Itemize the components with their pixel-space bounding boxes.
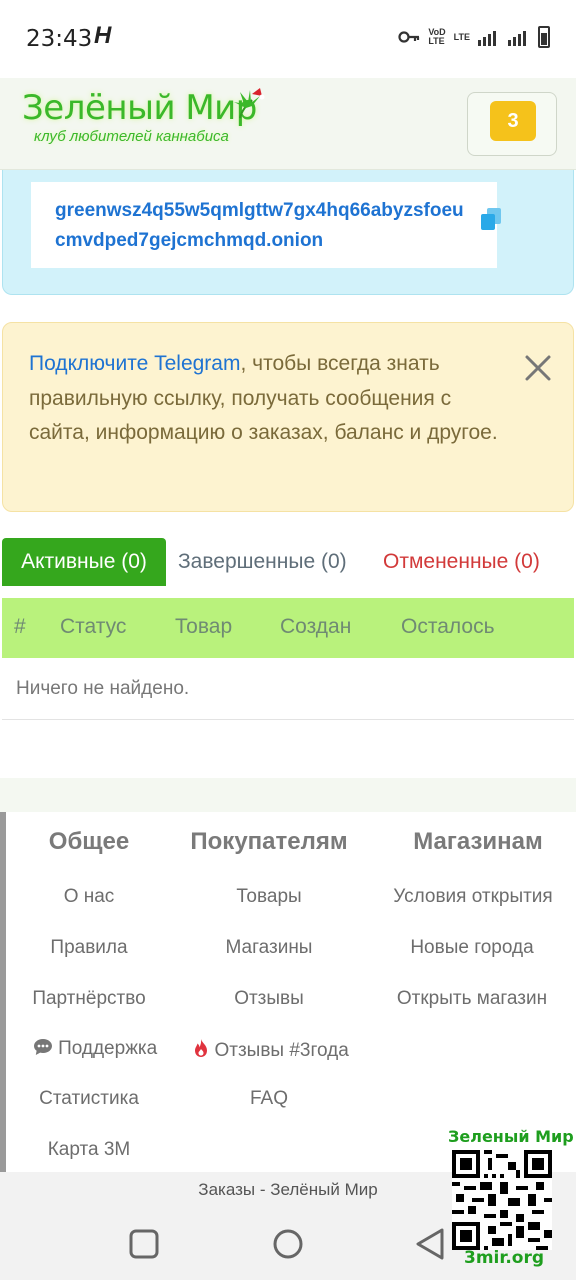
copy-icon[interactable] [479,206,505,232]
app-notification-icon: H [94,22,112,49]
section-divider [0,778,576,812]
empty-message: Ничего не найдено. [16,678,190,699]
footer-link-faq[interactable]: FAQ [176,1088,362,1110]
battery-icon [538,26,550,48]
footer-link-reviews[interactable]: Отзывы [176,988,362,1010]
tab-completed-orders[interactable]: Завершенные (0) [178,538,347,586]
cart-button[interactable]: 3 [467,92,557,156]
lte-icon: LTE [453,31,470,42]
back-icon[interactable] [414,1226,446,1262]
status-time: 23:43 [26,26,93,52]
footer-title-general: Общее [48,828,130,855]
tab-active-orders[interactable]: Активные (0) [2,538,166,586]
qr-code-icon [452,1150,552,1250]
onion-address-box: greenwsz4q55w5qmlgttw7gx4hq66abyzsfoeucm… [31,182,501,268]
key-icon [398,31,420,43]
orders-table-header: # Статус Товар Создан Осталось [2,598,574,658]
watermark-title: Зеленый Мир [448,1127,574,1146]
watermark-url: 3mir.org [464,1248,545,1268]
footer-link-reviews-3years[interactable]: Отзывы #3года [178,1038,364,1062]
footer-link-rules[interactable]: Правила [26,937,152,959]
onion-address-panel: greenwsz4q55w5qmlgttw7gx4hq66abyzsfoeucm… [2,170,574,295]
footer-link-support-label: Поддержка [58,1038,158,1059]
recent-apps-icon[interactable] [128,1228,160,1260]
onion-address-text[interactable]: greenwsz4q55w5qmlgttw7gx4hq66abyzsfoeucm… [55,196,465,256]
footer-link-new-cities[interactable]: Новые города [382,937,562,959]
footer-link-reviews-3years-label: Отзывы #3года [214,1040,349,1061]
chat-bubble-icon [33,1039,52,1055]
volte-icon: VoD LTE [428,27,446,46]
home-icon[interactable] [272,1228,304,1260]
footer-link-support[interactable]: Поддержка [20,1038,170,1060]
footer-link-about[interactable]: О нас [26,886,152,908]
column-header-status[interactable]: Статус [60,615,126,639]
status-bar: 23:43 H VoD LTE LTE [0,0,576,78]
footer-link-map[interactable]: Карта 3М [26,1139,152,1161]
footer-title-shops: Магазинам [413,828,543,855]
tab-cancelled-orders[interactable]: Отмененные (0) [383,538,540,586]
site-footer: Общее Покупателям Магазинам О нас Правил… [0,812,576,1172]
telegram-alert: Подключите Telegram, чтобы всегда знать … [2,322,574,512]
close-icon[interactable] [521,351,555,385]
column-header-product[interactable]: Товар [175,615,232,639]
cart-count-badge: 3 [490,101,536,141]
footer-link-open-shop[interactable]: Открыть магазин [382,988,562,1010]
status-icons: VoD LTE LTE [398,26,550,48]
column-header-remaining[interactable]: Осталось [401,615,495,639]
site-logo-subtitle: клуб любителей каннабиса [34,128,229,145]
column-header-created[interactable]: Создан [280,615,351,639]
table-row: Ничего не найдено. [2,658,574,720]
footer-link-products[interactable]: Товары [176,886,362,908]
footer-link-statistics[interactable]: Статистика [26,1088,152,1110]
footer-link-partnership[interactable]: Партнёрство [16,988,162,1010]
footer-link-opening-terms[interactable]: Условия открытия [378,886,568,908]
site-logo-title[interactable]: Зелёный Мир [22,88,257,128]
signal-icon-2 [508,31,526,46]
alert-text: Подключите Telegram, чтобы всегда знать … [29,347,509,451]
cannabis-leaf-icon [234,88,265,119]
column-header-number[interactable]: # [14,615,26,639]
signal-icon [478,31,496,46]
connect-telegram-link[interactable]: Подключите Telegram [29,352,240,375]
footer-title-buyers: Покупателям [190,828,348,855]
fire-icon [195,1039,208,1057]
footer-link-shops[interactable]: Магазины [176,937,362,959]
